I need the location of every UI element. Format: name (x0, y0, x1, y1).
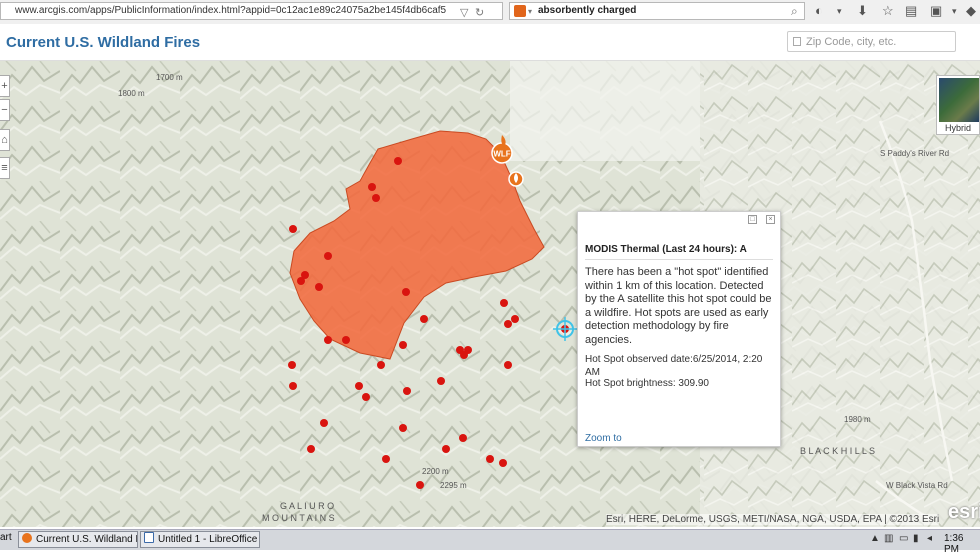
taskbar-item-label: Current U.S. Wildland F... (36, 534, 138, 545)
basemap-thumbnail (939, 78, 979, 122)
popup-divider (585, 259, 773, 260)
taskbar-item-libreoffice[interactable]: Untitled 1 - LibreOffice ... (140, 531, 260, 548)
location-search-placeholder: Zip Code, city, etc. (806, 36, 897, 48)
fire-icon (508, 171, 524, 187)
basemap-toggle[interactable]: Hybrid (936, 75, 980, 135)
map-canvas: WLF (0, 61, 980, 527)
maximize-icon[interactable]: □ (748, 215, 757, 224)
clock: 1:36 PM (944, 533, 964, 555)
popup-observed-date: Hot Spot observed date:6/25/2014, 2:20 A… (585, 354, 763, 378)
download-icon[interactable]: ⬇ (857, 3, 868, 19)
bookmarks-list-icon[interactable]: ▤ (905, 3, 917, 19)
addon-icon[interactable]: ◐ (815, 3, 823, 19)
page-title: Current U.S. Wildland Fires (6, 34, 201, 51)
label-elevation-1700: 1700 m (156, 73, 183, 82)
zoom-out-button[interactable]: − (0, 99, 10, 121)
firefox-icon (22, 533, 32, 543)
reload-icon[interactable]: ↻ (475, 6, 484, 20)
label-galiuro: G A L I U R O (280, 501, 335, 511)
engine-dropdown-icon[interactable]: ▾ (528, 5, 532, 19)
document-icon (144, 532, 154, 543)
label-elevation-2200: 2200 m (422, 467, 449, 476)
popup-brightness: Hot Spot brightness: 309.90 (585, 378, 709, 389)
taskbar-item-browser[interactable]: Current U.S. Wildland F... (18, 531, 138, 548)
layers-button[interactable]: ≡ (0, 157, 10, 179)
tray-battery-icon[interactable]: ▮ (913, 533, 919, 544)
magnifier-icon[interactable]: ⌕ (791, 4, 798, 18)
browser-toolbar: www.arcgis.com/apps/PublicInformation/in… (0, 0, 980, 25)
taskbar: art Current U.S. Wildland F... Untitled … (0, 529, 980, 555)
label-elevation-1980: 1980 m (844, 415, 871, 424)
menu-dropdown-icon[interactable]: ▾ (837, 3, 842, 19)
home-button[interactable]: ⌂ (0, 129, 10, 151)
info-popup: □ × MODIS Thermal (Last 24 hours): A The… (577, 211, 781, 447)
locate-icon (793, 37, 801, 46)
map-attribution: Esri, HERE, DeLorme, USGS, METI/NASA, NG… (606, 514, 940, 525)
url-text: www.arcgis.com/apps/PublicInformation/in… (15, 5, 447, 16)
tray-device-icon[interactable]: ▭ (899, 533, 908, 544)
app-header: Current U.S. Wildland Fires Zip Code, ci… (0, 24, 980, 61)
label-road-black-vista: W Black Vista Rd (886, 481, 948, 490)
close-icon[interactable]: × (766, 215, 775, 224)
label-road-paddys-river: S Paddy's River Rd (880, 149, 950, 158)
esri-logo: esri (948, 501, 980, 523)
popup-description: There has been a "hot spot" identified w… (585, 266, 772, 346)
popup-title: MODIS Thermal (Last 24 hours): A (585, 244, 747, 255)
label-mountains: M O U N T A I N S (262, 513, 335, 523)
start-button[interactable]: art (0, 532, 12, 543)
dropdown-arrow-icon[interactable]: ▽ (460, 6, 468, 20)
search-engine-icon[interactable] (514, 5, 526, 17)
address-bar[interactable]: www.arcgis.com/apps/PublicInformation/in… (0, 2, 503, 20)
map-view[interactable]: WLF G A L I U R O M O U N T A I N S B L … (0, 61, 980, 527)
screenshot-icon[interactable]: ▣ (930, 3, 942, 19)
bookmark-star-icon[interactable]: ☆ (882, 3, 894, 19)
zoom-in-button[interactable]: + (0, 75, 10, 97)
location-search-input[interactable]: Zip Code, city, etc. (787, 31, 956, 52)
label-elevation-1800: 1800 m (118, 89, 145, 98)
taskbar-item-label: Untitled 1 - LibreOffice ... (158, 534, 260, 545)
svg-text:WLF: WLF (493, 150, 510, 159)
label-black-hills: B L A C K H I L L S (800, 446, 876, 456)
tray-volume-icon[interactable]: ◂ (927, 533, 932, 544)
tray-network-icon[interactable]: ▥ (884, 533, 893, 544)
basemap-label: Hybrid (944, 123, 971, 133)
label-elevation-2295: 2295 m (440, 481, 467, 490)
browser-search-text: absorbently charged (538, 5, 637, 16)
extension-dropdown-icon[interactable]: ▾ (952, 3, 957, 19)
zoom-to-link[interactable]: Zoom to (585, 433, 622, 444)
extension-icon[interactable]: ◆ (966, 3, 976, 19)
browser-search-box[interactable]: ▾ absorbently charged ⌕ (509, 2, 805, 20)
popup-titlebar: □ × (578, 212, 780, 232)
tray-arrow-icon[interactable]: ▲ (870, 533, 880, 544)
